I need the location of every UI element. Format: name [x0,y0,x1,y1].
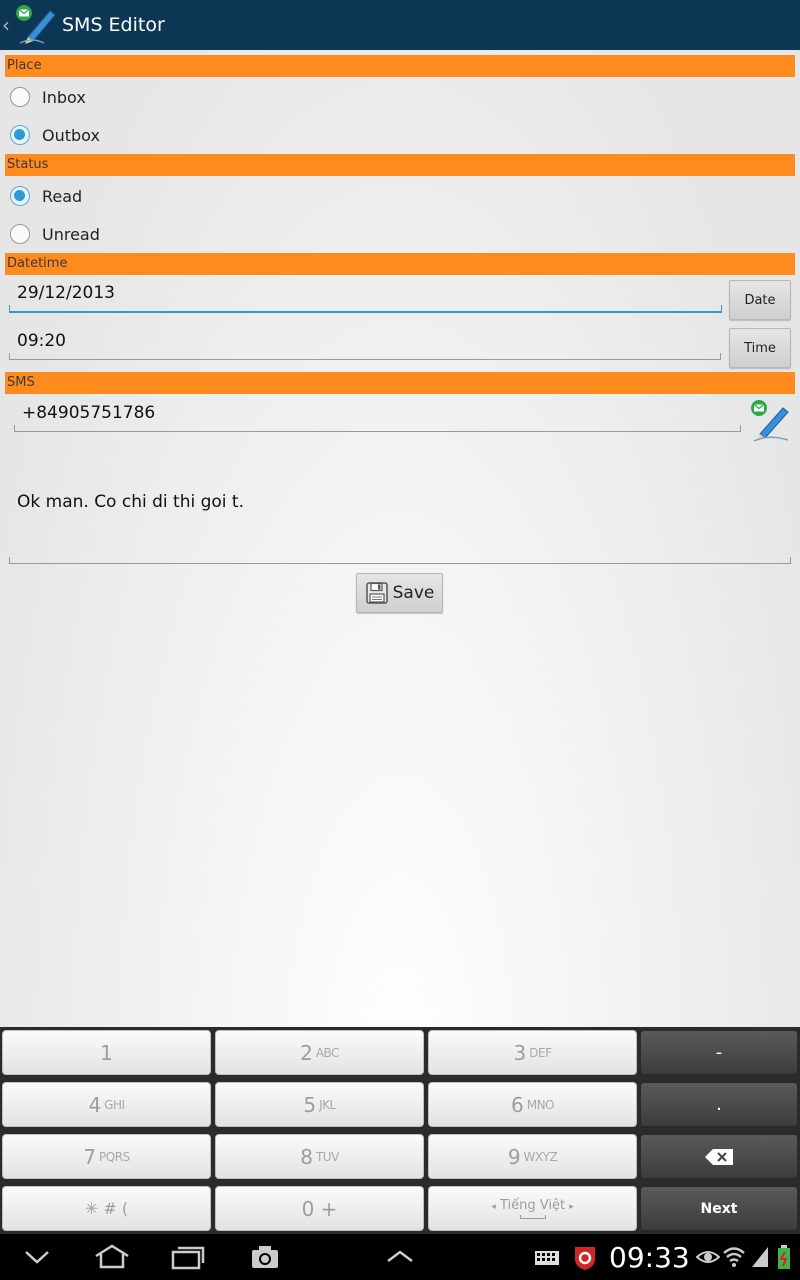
sms-header: SMS [5,372,795,394]
radio-button-checked[interactable] [10,125,30,145]
key-3[interactable]: 3 DEF [428,1030,637,1075]
key-letters: PQRS [99,1149,130,1164]
key-letters: DEF [529,1045,552,1060]
key-7[interactable]: 7 PQRS [2,1134,211,1179]
key-symbols[interactable]: ✳ # ( [2,1186,211,1231]
right-arrow-icon: ▸ [569,1202,574,1212]
save-label: Save [392,583,435,603]
recent-apps-icon[interactable] [170,1243,206,1271]
numeric-keyboard: 1 2 ABC 3 DEF - 4 GHI 5 JKL 6 MNO . 7 PQ… [0,1027,800,1234]
screenshot-icon[interactable] [250,1243,280,1271]
key-letters: TUV [315,1149,339,1164]
hide-keyboard-icon[interactable] [22,1243,52,1271]
floppy-disk-icon [365,582,388,604]
key-num: 0 + [301,1196,338,1221]
key-dash[interactable]: - [640,1030,798,1075]
clock: 09:33 [609,1241,690,1274]
time-field[interactable]: 09:20 [9,322,721,360]
language-label: ◂ Tiếng Việt ▸ [491,1198,573,1213]
eye-icon [696,1251,720,1263]
key-dash-label: - [715,1042,723,1063]
contact-picker-icon[interactable] [748,398,794,444]
key-4[interactable]: 4 GHI [2,1082,211,1127]
key-1[interactable]: 1 [2,1030,211,1075]
language-name: Tiếng Việt [499,1198,566,1213]
key-letters: ABC [315,1045,340,1060]
security-app-icon [575,1247,595,1270]
date-field[interactable]: 29/12/2013 [9,275,722,313]
spacebar-icon [519,1215,546,1219]
key-letters: WXYZ [523,1149,558,1164]
key-num: 9 [507,1144,521,1169]
key-letters: GHI [104,1097,125,1112]
key-2[interactable]: 2 ABC [215,1030,424,1075]
radio-label: Unread [42,224,100,244]
radio-read[interactable]: Read [10,178,82,214]
chevron-up-icon[interactable] [385,1243,415,1271]
radio-unread[interactable]: Unread [10,216,100,252]
left-arrow-icon: ◂ [491,1202,496,1212]
radio-label: Read [42,186,83,206]
key-num: 5 [303,1092,317,1117]
key-dot[interactable]: . [640,1082,798,1127]
signal-icon [752,1247,768,1267]
wifi-icon [723,1247,745,1267]
key-letters: JKL [319,1097,336,1112]
key-letters: MNO [526,1097,555,1112]
place-header: Place [5,55,795,77]
key-0[interactable]: 0 + [215,1186,424,1231]
up-caret-icon[interactable]: ‹ [2,13,12,37]
app-logo-icon[interactable] [14,3,58,47]
key-num: 2 [300,1040,313,1065]
key-language[interactable]: ◂ Tiếng Việt ▸ [428,1186,637,1231]
key-9[interactable]: 9 WXYZ [428,1134,637,1179]
key-num: ✳ # ( [84,1199,129,1218]
datetime-header: Datetime [5,253,795,275]
key-num: 1 [100,1040,113,1065]
app-title: SMS Editor [62,14,165,36]
radio-outbox[interactable]: Outbox [10,117,100,153]
status-header: Status [5,154,795,176]
radio-inbox[interactable]: Inbox [10,79,86,115]
key-backspace[interactable] [640,1134,798,1179]
key-next[interactable]: Next [640,1186,798,1231]
phone-field[interactable]: +84905751786 [14,394,741,432]
save-button[interactable]: Save [356,573,443,613]
action-bar: ‹ SMS Editor [0,0,800,50]
backspace-icon [705,1148,733,1165]
keyboard-icon [535,1251,559,1265]
key-dot-label: . [716,1094,722,1115]
key-num: 8 [300,1144,313,1169]
key-num: 4 [88,1092,102,1117]
system-nav-bar: 09:33 [0,1234,800,1280]
radio-label: Outbox [42,125,100,145]
key-8[interactable]: 8 TUV [215,1134,424,1179]
radio-button[interactable] [10,224,30,244]
key-num: 6 [510,1092,524,1117]
battery-icon [778,1245,790,1269]
key-num: 7 [83,1144,97,1169]
date-button[interactable]: Date [729,280,791,320]
key-5[interactable]: 5 JKL [215,1082,424,1127]
message-field[interactable]: Ok man. Co chi di thi goi t. [9,440,791,564]
radio-button-checked[interactable] [10,186,30,206]
time-button[interactable]: Time [729,328,791,368]
key-num: 3 [513,1040,527,1065]
radio-label: Inbox [42,87,86,107]
radio-button[interactable] [10,87,30,107]
key-6[interactable]: 6 MNO [428,1082,637,1127]
home-icon[interactable] [92,1243,132,1271]
